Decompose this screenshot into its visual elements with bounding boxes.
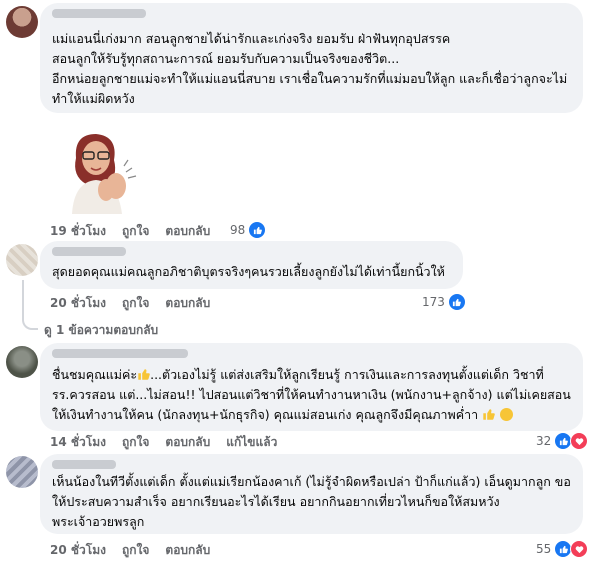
comment-line: ให้ประสบความสำเร็จ อยากเรียนอะไรได้เรียน… [52, 494, 500, 509]
avatar[interactable] [6, 346, 38, 378]
comment-line: สุดยอดคุณแม่คณลูกอภิชาติบุตรจริงๆคนรวยเล… [52, 264, 445, 279]
sticker-clapping-woman [72, 134, 137, 214]
reply-link[interactable]: ตอบกลับ [165, 224, 210, 238]
reply-link[interactable]: ตอบกลับ [165, 296, 210, 310]
comment-bubble: ชื่นชมคุณแม่ค่ะ ...ตัวเองไม่รู้ แต่ส่งเสร… [40, 343, 583, 431]
reaction-count: 55 [536, 542, 552, 556]
love-icon [570, 432, 589, 450]
like-icon [447, 293, 466, 311]
comment-time[interactable]: 14 ชั่วโมง [50, 435, 106, 449]
reaction-summary[interactable]: 98 [230, 221, 267, 239]
comment-line: ชื่นชมคุณแม่ค่ะ ...ตัวเองไม่รู้ แต่ส่งเสร… [52, 365, 544, 385]
commenter-name-blurred[interactable] [52, 9, 146, 18]
comment-line: สอนลูกให้รับรู้ทุกสถานะการณ์ ยอมรับกับคว… [52, 51, 400, 66]
reply-thread-connector [22, 280, 38, 330]
reaction-summary[interactable]: 173 [422, 293, 466, 311]
view-replies-link[interactable]: ดู 1 ข้อความตอบกลับ [44, 321, 158, 340]
edited-label: แก้ไขแล้ว [226, 435, 278, 449]
comment-text-end: ให้เงินทำงานให้คน (นักลงทุน+นักธุรกิจ) ค… [52, 407, 479, 422]
comment-text-start: ชื่นชมคุณแม่ค่ะ [52, 367, 138, 382]
avatar[interactable] [6, 244, 38, 276]
love-icon [570, 540, 589, 558]
reaction-summary[interactable]: 55 [536, 540, 589, 558]
comment-line: ให้เงินทำงานให้คน (นักลงทุน+นักธุรกิจ) ค… [52, 405, 514, 425]
like-link[interactable]: ถูกใจ [122, 296, 149, 310]
comment-time[interactable]: 20 ชั่วโมง [50, 296, 106, 310]
comment-text-cont: ...ตัวเองไม่รู้ แต่ส่งเสริมให้ลูกเรียนรู… [150, 367, 544, 382]
comment-line: รร.ควรสอน แต่...ไม่สอน!! ไปสอนแต่วิชาที่… [52, 387, 571, 402]
comment-actions: 19 ชั่วโมง ถูกใจ ตอบกลับ [50, 222, 226, 241]
comment-bubble: สุดยอดคุณแม่คณลูกอภิชาติบุตรจริงๆคนรวยเล… [40, 241, 463, 289]
reaction-count: 98 [230, 223, 246, 237]
reaction-count: 173 [422, 295, 445, 309]
reply-link[interactable]: ตอบกลับ [165, 543, 210, 557]
commenter-name-blurred[interactable] [52, 247, 126, 256]
commenter-name-blurred[interactable] [52, 460, 116, 469]
comment-bubble: แม่แอนนี่เก่งมาก สอนลูกชายได้น่ารักและเก… [40, 3, 583, 113]
reaction-count: 32 [536, 434, 552, 448]
comment-line: แม่แอนนี่เก่งมาก สอนลูกชายได้น่ารักและเก… [52, 31, 451, 46]
thumbs-up-emoji [138, 369, 150, 380]
like-icon [248, 221, 267, 239]
avatar[interactable] [6, 6, 38, 38]
comment-actions: 20 ชั่วโมง ถูกใจ ตอบกลับ [50, 294, 226, 313]
comment-line: อีกหน่อยลูกชายแม่จะทำให้แม่แอนนี่สบาย เร… [52, 71, 568, 86]
comment-line: ทำให้แม่ผิดหวัง [52, 91, 135, 106]
comment-time[interactable]: 19 ชั่วโมง [50, 224, 106, 238]
comment-actions: 20 ชั่วโมง ถูกใจ ตอบกลับ [50, 541, 226, 560]
like-link[interactable]: ถูกใจ [122, 543, 149, 557]
reply-link[interactable]: ตอบกลับ [165, 435, 210, 449]
like-link[interactable]: ถูกใจ [122, 224, 149, 238]
avatar[interactable] [6, 456, 38, 488]
like-link[interactable]: ถูกใจ [122, 435, 149, 449]
comment-line: พระเจ้าอวยพรลูก [52, 514, 145, 529]
commenter-name-blurred[interactable] [52, 349, 188, 358]
comment-time[interactable]: 20 ชั่วโมง [50, 543, 106, 557]
smile-emoji [500, 408, 514, 421]
comment-line: เห็นน้องในทีวีตั้งแต่เด็ก ตั้งแต่แม่เรีย… [52, 474, 571, 489]
reaction-summary[interactable]: 32 [536, 432, 589, 450]
comment-bubble: เห็นน้องในทีวีตั้งแต่เด็ก ตั้งแต่แม่เรีย… [40, 454, 583, 534]
thumbs-up-emoji [483, 409, 495, 420]
comment-actions: 14 ชั่วโมง ถูกใจ ตอบกลับ แก้ไขแล้ว [50, 433, 293, 452]
